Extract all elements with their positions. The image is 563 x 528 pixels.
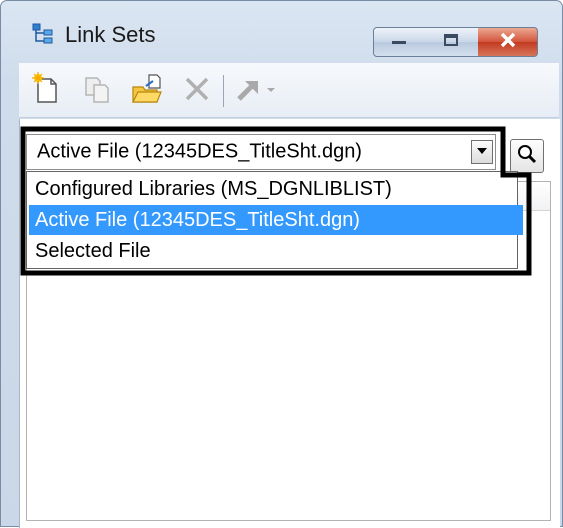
link-sets-window: Link Sets Active File (12345DES_TitleSht… (0, 0, 563, 528)
highlight-frame (20, 126, 532, 276)
